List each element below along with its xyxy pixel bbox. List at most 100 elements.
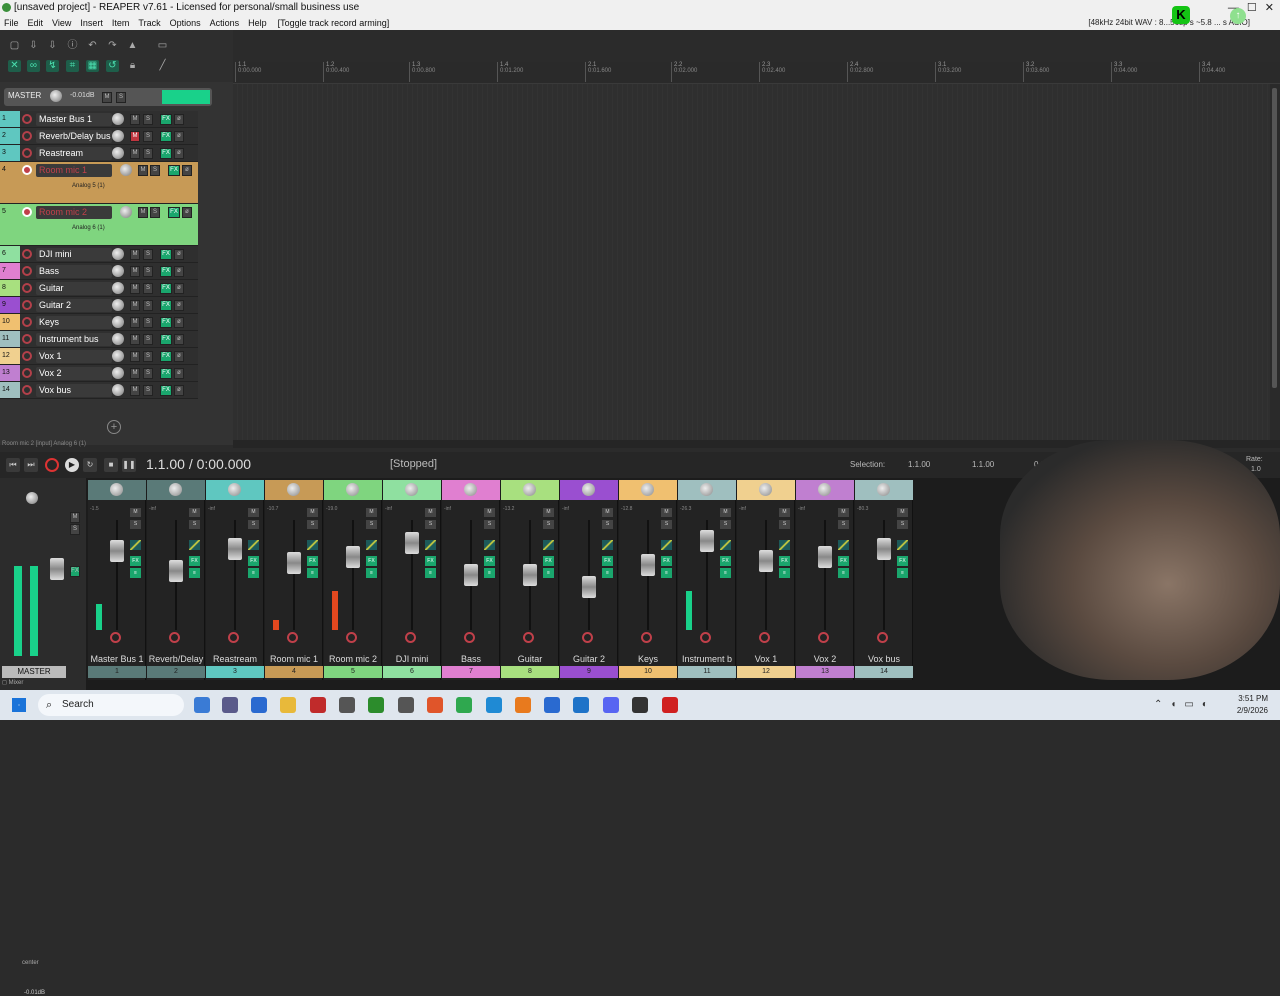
- pan-knob[interactable]: [877, 483, 890, 496]
- track-row[interactable]: 9 Guitar 2 M S FX ø: [0, 297, 198, 314]
- mixer-solo-button[interactable]: S: [602, 520, 613, 529]
- track-name[interactable]: Master Bus 1: [36, 113, 112, 126]
- volume-fader[interactable]: [877, 538, 891, 560]
- grid-toggle-icon[interactable]: ▦: [86, 60, 99, 72]
- track-volume-knob[interactable]: [112, 384, 124, 396]
- mixer-record-arm-button[interactable]: [287, 632, 298, 643]
- menu-item-file[interactable]: File: [4, 16, 19, 30]
- mixer-solo-button[interactable]: S: [720, 520, 731, 529]
- phase-button[interactable]: ø: [174, 114, 184, 125]
- track-volume-knob[interactable]: [120, 164, 132, 176]
- item-grouping-icon[interactable]: ∞: [27, 60, 40, 72]
- volume-fader[interactable]: [759, 550, 773, 572]
- track-row[interactable]: 10 Keys M S FX ø: [0, 314, 198, 331]
- mixer-mute-button[interactable]: M: [897, 508, 908, 517]
- solo-button[interactable]: S: [143, 148, 153, 159]
- track-row[interactable]: 7 Bass M S FX ø: [0, 263, 198, 280]
- mute-button[interactable]: M: [138, 165, 148, 176]
- vscode-icon[interactable]: [573, 697, 589, 713]
- mixer-solo-button[interactable]: S: [897, 520, 908, 529]
- track-volume-knob[interactable]: [112, 147, 124, 159]
- pan-knob[interactable]: [523, 483, 536, 496]
- app-icon[interactable]: [339, 697, 355, 713]
- go-to-end-button[interactable]: ⏭: [24, 458, 38, 472]
- menu-item-help[interactable]: Help: [248, 16, 267, 30]
- mixer-mute-button[interactable]: M: [130, 508, 141, 517]
- mixer-mute-button[interactable]: M: [838, 508, 849, 517]
- mixer-mute-button[interactable]: M: [602, 508, 613, 517]
- selection-start[interactable]: 1.1.00: [908, 460, 930, 469]
- volume-fader[interactable]: [818, 546, 832, 568]
- phase-icon[interactable]: [366, 540, 377, 550]
- mixer-fx-button[interactable]: FX: [130, 556, 141, 566]
- track-row[interactable]: 11 Instrument bus M S FX ø: [0, 331, 198, 348]
- mixer-fx-chain-button[interactable]: ≡: [838, 568, 849, 578]
- fx-button[interactable]: FX: [160, 385, 172, 396]
- volume-fader[interactable]: [287, 552, 301, 574]
- ripple-edit-icon[interactable]: ✕: [8, 60, 21, 72]
- mixer-mute-button[interactable]: M: [425, 508, 436, 517]
- volume-fader[interactable]: [405, 532, 419, 554]
- undo-icon[interactable]: ↶: [86, 40, 99, 52]
- phase-button[interactable]: ø: [174, 148, 184, 159]
- mixer-fx-chain-button[interactable]: ≡: [130, 568, 141, 578]
- track-volume-knob[interactable]: [112, 299, 124, 311]
- pan-knob[interactable]: [228, 483, 241, 496]
- system-tray-icons[interactable]: ⌃◖▭◐: [1154, 699, 1216, 710]
- menu-item-item[interactable]: Item: [112, 16, 130, 30]
- pan-knob[interactable]: [641, 483, 654, 496]
- volume-fader[interactable]: [700, 530, 714, 552]
- fx-button[interactable]: FX: [160, 148, 172, 159]
- mute-button[interactable]: M: [138, 207, 148, 218]
- mixer-fx-chain-button[interactable]: ≡: [366, 568, 377, 578]
- solo-button[interactable]: S: [143, 351, 153, 362]
- widgets-icon[interactable]: [194, 697, 210, 713]
- track-input[interactable]: Analog 5 (1): [72, 183, 105, 189]
- fx-button[interactable]: FX: [160, 334, 172, 345]
- firefox-icon[interactable]: [515, 697, 531, 713]
- record-arm-button[interactable]: [22, 165, 32, 175]
- windows-start-icon[interactable]: [12, 698, 26, 712]
- file-explorer-icon[interactable]: [280, 697, 296, 713]
- track-volume-knob[interactable]: [112, 282, 124, 294]
- mixer-mute-button[interactable]: M: [779, 508, 790, 517]
- app-icon[interactable]: [662, 697, 678, 713]
- save-project-icon[interactable]: ⇩: [46, 40, 59, 52]
- close-button[interactable]: ✕: [1265, 0, 1274, 16]
- mixer-fx-chain-button[interactable]: ≡: [897, 568, 908, 578]
- pan-knob[interactable]: [582, 483, 595, 496]
- volume-fader[interactable]: [228, 538, 242, 560]
- volume-fader[interactable]: [582, 576, 596, 598]
- fx-button[interactable]: FX: [160, 351, 172, 362]
- solo-button[interactable]: S: [143, 385, 153, 396]
- master-mute-button[interactable]: M: [102, 92, 112, 103]
- track-name[interactable]: Vox 2: [36, 367, 112, 380]
- mixer-record-arm-button[interactable]: [523, 632, 534, 643]
- mute-button[interactable]: M: [130, 334, 140, 345]
- solo-button[interactable]: S: [143, 317, 153, 328]
- play-button[interactable]: ▶: [65, 458, 79, 472]
- mixer-fx-button[interactable]: FX: [248, 556, 259, 566]
- pan-knob[interactable]: [759, 483, 772, 496]
- phase-button[interactable]: ø: [174, 300, 184, 311]
- solo-button[interactable]: S: [150, 207, 160, 218]
- track-row[interactable]: 3 Reastream M S FX ø: [0, 145, 198, 162]
- app-icon[interactable]: [310, 697, 326, 713]
- go-to-start-button[interactable]: ⏮: [6, 458, 20, 472]
- mixer-record-arm-button[interactable]: [169, 632, 180, 643]
- pan-knob[interactable]: [700, 483, 713, 496]
- fx-button[interactable]: FX: [168, 165, 180, 176]
- mixer-solo-button[interactable]: S: [248, 520, 259, 529]
- project-settings-icon[interactable]: ⓘ: [66, 40, 79, 52]
- grid-icon[interactable]: ▭: [156, 40, 169, 52]
- auto-crossfade-icon[interactable]: ╱: [156, 60, 169, 72]
- track-row[interactable]: 2 Reverb/Delay bus M S FX ø: [0, 128, 198, 145]
- mixer-fx-chain-button[interactable]: ≡: [602, 568, 613, 578]
- mixer-solo-button[interactable]: S: [130, 520, 141, 529]
- mixer-mute-button[interactable]: M: [366, 508, 377, 517]
- track-name[interactable]: Guitar 2: [36, 299, 112, 312]
- volume-fader[interactable]: [346, 546, 360, 568]
- phase-button[interactable]: ø: [182, 207, 192, 218]
- mixer-fx-button[interactable]: FX: [366, 556, 377, 566]
- volume-fader[interactable]: [641, 554, 655, 576]
